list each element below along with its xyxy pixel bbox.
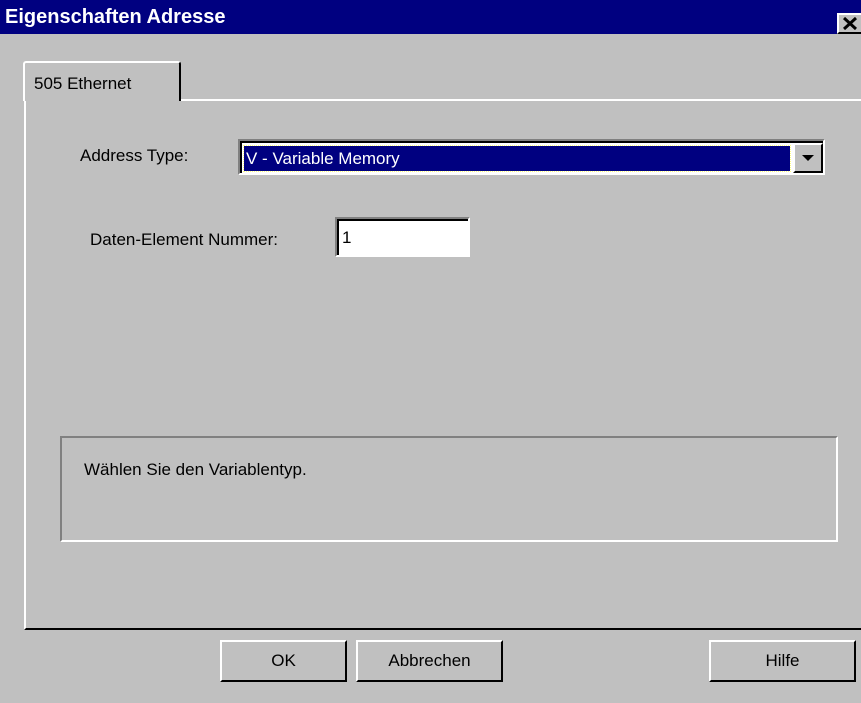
chevron-down-icon bbox=[802, 149, 814, 167]
cancel-button-label: Abbrechen bbox=[388, 651, 471, 670]
title-bar[interactable]: Eigenschaften Adresse bbox=[0, 0, 861, 34]
data-element-label: Daten-Element Nummer: bbox=[90, 230, 279, 249]
cancel-button[interactable]: Abbrechen bbox=[356, 640, 503, 682]
address-type-label: Address Type: bbox=[80, 146, 189, 165]
close-button[interactable] bbox=[837, 13, 861, 34]
data-element-field[interactable] bbox=[335, 217, 470, 257]
close-icon bbox=[843, 17, 857, 30]
tab-505-ethernet[interactable]: 505 Ethernet bbox=[23, 61, 181, 101]
ok-button-label: OK bbox=[271, 651, 296, 670]
window-title: Eigenschaften Adresse bbox=[5, 6, 226, 28]
address-type-dropdown[interactable]: V - Variable Memory bbox=[238, 139, 825, 175]
address-type-selected-value[interactable]: V - Variable Memory bbox=[243, 145, 791, 172]
hint-text: Wählen Sie den Variablentyp. bbox=[84, 460, 307, 479]
properties-dialog: Eigenschaften Adresse 505 Ethernet Addre… bbox=[0, 0, 861, 703]
tab-label: 505 Ethernet bbox=[34, 74, 132, 93]
tab-panel bbox=[24, 99, 861, 630]
dropdown-field[interactable]: V - Variable Memory bbox=[240, 141, 823, 173]
dropdown-button[interactable] bbox=[793, 143, 823, 173]
ok-button[interactable]: OK bbox=[220, 640, 347, 682]
help-button[interactable]: Hilfe bbox=[709, 640, 856, 682]
data-element-input[interactable] bbox=[337, 219, 468, 255]
hint-box: Wählen Sie den Variablentyp. bbox=[60, 436, 838, 542]
help-button-label: Hilfe bbox=[765, 651, 800, 670]
